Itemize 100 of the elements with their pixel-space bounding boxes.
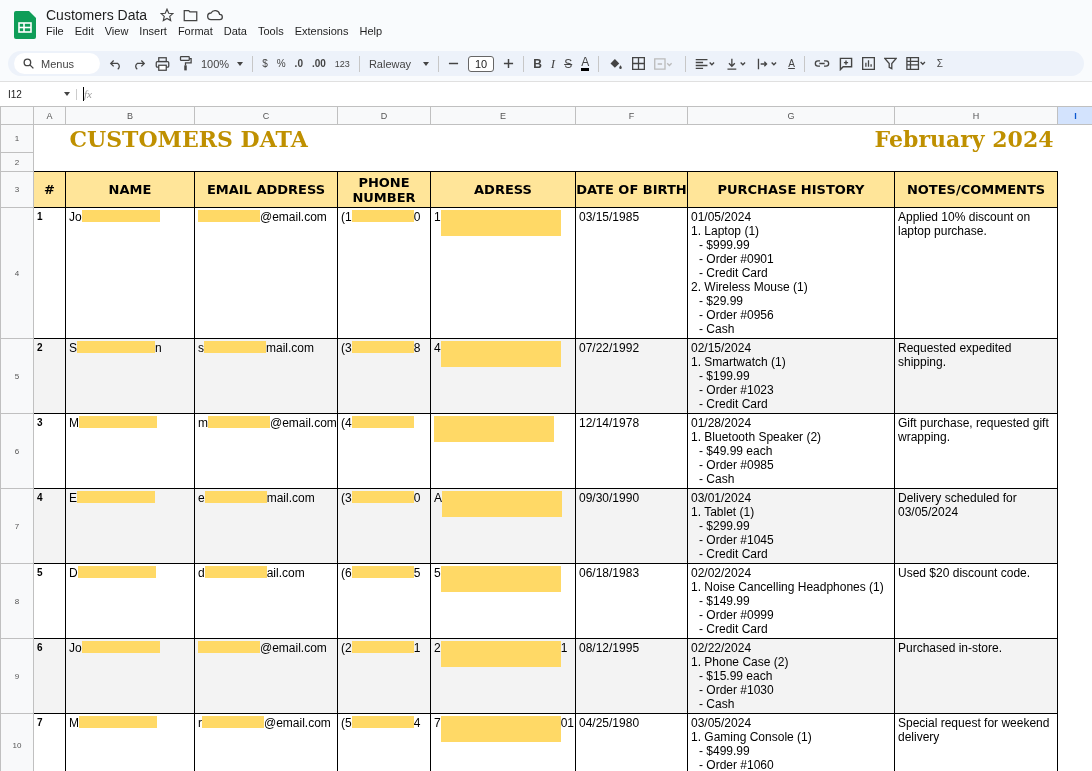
functions-button[interactable]: Σ — [936, 58, 944, 69]
folder-icon[interactable] — [183, 8, 199, 22]
number-format-button[interactable]: 123 — [334, 58, 350, 69]
menu-item[interactable]: Help — [359, 25, 383, 37]
cell-text: 4 — [434, 341, 441, 355]
column-header[interactable]: I — [1057, 106, 1092, 125]
cell-reference-field[interactable]: I12 — [0, 88, 77, 100]
row-header[interactable]: 5 — [0, 338, 34, 414]
column-header[interactable]: E — [430, 106, 576, 125]
column-heading: ADRESS — [430, 171, 576, 208]
redaction-mark — [351, 641, 414, 653]
decrease-decimal-button[interactable]: .0 — [294, 58, 303, 69]
purchase-date: 03/01/2024 — [691, 491, 753, 505]
column-heading: PHONE NUMBER — [337, 171, 431, 208]
purchase-item: 1. Bluetooth Speaker (2) — [691, 430, 823, 444]
font-size-field[interactable]: 10 — [467, 55, 495, 72]
purchase-item: 1. Laptop (1) — [691, 224, 761, 238]
redaction-mark — [204, 491, 267, 503]
strikethrough-button[interactable]: S — [564, 56, 573, 71]
menu-item[interactable]: Format — [177, 25, 213, 37]
menu-item[interactable]: Edit — [74, 25, 94, 37]
purchase-detail: - Order #1060 — [698, 758, 775, 771]
row-header[interactable]: 6 — [0, 413, 34, 489]
borders-icon[interactable] — [632, 57, 646, 70]
column-header[interactable]: B — [65, 106, 195, 125]
menu-item[interactable]: File — [46, 25, 64, 37]
link-icon[interactable] — [813, 59, 830, 68]
increase-decimal-button[interactable]: .00 — [311, 58, 326, 69]
menu-item[interactable]: Tools — [257, 25, 284, 37]
table-view-icon[interactable] — [905, 57, 928, 70]
table-cell: Used $20 discount code. — [894, 563, 1058, 639]
cell-text: 0 — [413, 491, 421, 505]
chart-icon[interactable] — [861, 57, 875, 70]
menu-item[interactable]: Extensions — [294, 25, 349, 37]
row-header[interactable]: 9 — [0, 638, 34, 714]
purchase-item: 1. Noise Cancelling Headphones (1) — [691, 580, 885, 594]
row-header[interactable]: 7 — [0, 488, 34, 564]
column-header[interactable]: C — [194, 106, 338, 125]
table-cell: Delivery scheduled for 03/05/2024 — [894, 488, 1058, 564]
sheets-logo-icon[interactable] — [14, 11, 36, 39]
row-header[interactable]: 10 — [0, 713, 34, 771]
row-header[interactable]: 1 — [0, 124, 34, 153]
purchase-detail: - $149.99 — [698, 594, 751, 608]
table-cell: 12/14/1978 — [575, 413, 688, 489]
font-dropdown[interactable]: Raleway — [368, 57, 429, 70]
cell-text: (6 — [341, 566, 352, 580]
purchase-item: 1. Smartwatch (1) — [691, 355, 787, 369]
cell-text: @email.com — [260, 641, 327, 655]
table-cell: 5 — [33, 563, 66, 639]
plus-icon[interactable] — [503, 58, 515, 69]
filter-icon[interactable] — [883, 57, 897, 70]
cloud-icon[interactable] — [207, 9, 224, 21]
column-header[interactable]: F — [575, 106, 688, 125]
text-rotation-button[interactable]: A — [788, 58, 795, 69]
redaction-mark — [198, 641, 260, 653]
table-cell: 4 — [33, 488, 66, 564]
purchase-detail: - $49.99 each — [698, 444, 774, 458]
purchase-date: 02/02/2024 — [691, 566, 753, 580]
table-cell: 09/30/1990 — [575, 488, 688, 564]
bold-button[interactable]: B — [533, 56, 542, 71]
italic-button[interactable]: I — [550, 55, 556, 72]
cell-text: 5 — [434, 566, 441, 580]
cell-text: ail.com — [266, 566, 305, 580]
cell-text: M — [69, 416, 79, 430]
paint-format-icon[interactable] — [179, 56, 192, 71]
row-header[interactable]: 3 — [0, 171, 34, 208]
purchase-detail: - Order #0956 — [698, 308, 775, 322]
row-header[interactable]: 4 — [0, 207, 34, 339]
menu-item[interactable]: View — [104, 25, 129, 37]
menu-item[interactable]: Data — [223, 25, 247, 37]
column-header[interactable]: H — [894, 106, 1058, 125]
percent-format-button[interactable]: % — [276, 58, 286, 69]
cell-text: (1 — [341, 210, 352, 224]
redaction-mark — [351, 341, 414, 353]
table-cell: 06/18/1983 — [575, 563, 688, 639]
star-icon[interactable] — [160, 8, 175, 22]
purchase-detail: - Cash — [698, 697, 736, 711]
text-color-button[interactable]: A — [581, 56, 590, 71]
column-header[interactable]: A — [33, 106, 66, 125]
comment-icon[interactable] — [838, 56, 853, 71]
column-heading: EMAIL ADDRESS — [194, 171, 338, 208]
column-header[interactable]: G — [687, 106, 895, 125]
currency-format-button[interactable]: $ — [262, 58, 268, 69]
cell-text: (3 — [341, 491, 352, 505]
cell-text: 01 — [560, 716, 575, 730]
menu-search-field[interactable]: Menus — [14, 53, 100, 74]
undo-icon[interactable] — [109, 57, 123, 70]
purchase-detail: - Order #1030 — [698, 683, 775, 697]
menu-item[interactable]: Insert — [139, 25, 167, 37]
cell-text: S — [69, 341, 77, 355]
purchase-item: 1. Phone Case (2) — [691, 655, 790, 669]
row-header[interactable]: 8 — [0, 563, 34, 639]
zoom-dropdown[interactable]: 100% — [201, 57, 244, 70]
fill-color-icon[interactable] — [608, 56, 624, 71]
search-icon — [22, 57, 35, 70]
cell-text: 5 — [413, 566, 421, 580]
document-title[interactable]: Customers Data — [46, 7, 148, 23]
print-icon[interactable] — [155, 56, 170, 71]
column-header[interactable]: D — [337, 106, 431, 125]
redo-icon[interactable] — [132, 57, 146, 70]
